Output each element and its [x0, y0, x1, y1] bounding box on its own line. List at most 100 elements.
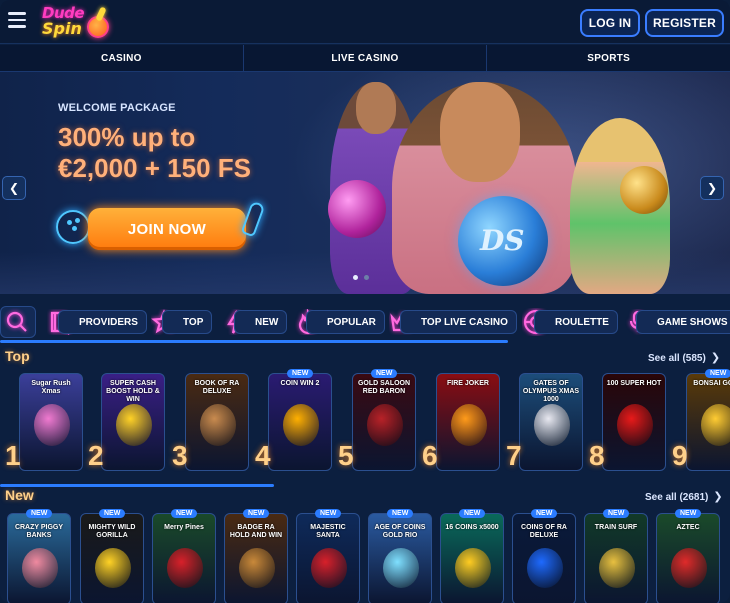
menu-icon[interactable] [8, 12, 26, 28]
game-title: COIN WIN 2 [280, 380, 320, 387]
game-title: Merry Pines [164, 524, 204, 531]
game-title: GOLD SALOON RED BARON [357, 380, 411, 395]
new-game-tile[interactable]: AGE OF COINS GOLD RIO [368, 513, 432, 603]
new-game-tile[interactable]: Merry Pines [152, 513, 216, 603]
new-badge: NEW [459, 509, 486, 518]
game-artwork [34, 404, 70, 446]
game-artwork [167, 548, 203, 588]
game-title: SUPER CASH BOOST HOLD & WIN [106, 380, 160, 403]
game-artwork [367, 404, 403, 446]
register-button[interactable]: REGISTER [645, 9, 724, 37]
top-game-tile[interactable]: FIRE JOKER [436, 373, 500, 471]
new-game-tile[interactable]: AZTEC [656, 513, 720, 603]
chevron-right-icon: ❯ [706, 181, 718, 195]
header: Dude Spin LOG IN REGISTER [0, 0, 730, 44]
rank-number: 1 [5, 440, 21, 471]
new-game-tile[interactable]: MIGHTY WILD GORILLA [80, 513, 144, 603]
new-see-all-link[interactable]: See all (2681) ❯ [645, 490, 723, 503]
new-badge: NEW [371, 369, 398, 378]
category-new[interactable]: NEW [222, 306, 288, 338]
new-game-tile[interactable]: COINS OF RA DELUXE [512, 513, 576, 603]
game-title: MIGHTY WILD GORILLA [88, 524, 136, 539]
new-badge: NEW [171, 509, 198, 518]
character-dude-head [440, 82, 520, 182]
logo[interactable]: Dude Spin [40, 4, 112, 40]
top-game-tile[interactable]: Sugar Rush Xmas [19, 373, 83, 471]
ball-logo-text: DS [480, 224, 525, 257]
game-title: BOOK OF RA DELUXE [194, 380, 240, 395]
game-title: TRAIN SURF [594, 524, 638, 531]
new-badge: NEW [287, 369, 314, 378]
banner-headline: 300% up to €2,000 + 150 FS [58, 122, 251, 184]
game-artwork [534, 404, 570, 446]
cta-group: JOIN NOW [56, 200, 276, 262]
headline-line-1: 300% up to [58, 122, 196, 152]
new-badge: NEW [315, 509, 342, 518]
game-artwork [22, 548, 58, 588]
headline-line-2: €2,000 + 150 FS [58, 153, 251, 183]
game-artwork [617, 404, 653, 446]
new-badge: NEW [99, 509, 126, 518]
game-title: GATES OF OLYMPUS XMAS 1000 [522, 380, 580, 403]
slide-dot-1[interactable] [353, 275, 358, 280]
new-game-tile[interactable]: 16 COINS x5000 [440, 513, 504, 603]
game-artwork [671, 548, 707, 588]
rank-number: 4 [255, 440, 271, 471]
new-badge: NEW [387, 509, 414, 518]
category-providers[interactable]: PROVIDERS [46, 306, 147, 338]
nav-live-casino[interactable]: LIVE CASINO [244, 45, 488, 71]
category-label: TOP [162, 310, 213, 334]
new-games-row: CRAZY PIGGY BANKS NEW MIGHTY WILD GORILLA N… [0, 509, 730, 603]
chevron-left-icon: ❮ [8, 181, 20, 195]
category-label: GAME SHOWS [636, 310, 730, 334]
chevron-right-icon: ❯ [710, 352, 721, 364]
game-artwork [383, 548, 419, 588]
game-title: AZTEC [676, 524, 700, 531]
category-top-live-casino[interactable]: TOP LIVE CASINO [388, 306, 517, 338]
nav-casino[interactable]: CASINO [0, 45, 244, 71]
top-see-all-link[interactable]: See all (585) ❯ [648, 351, 720, 364]
category-label: TOP LIVE CASINO [400, 310, 517, 334]
new-game-tile[interactable]: TRAIN SURF [584, 513, 648, 603]
new-badge: NEW [603, 509, 630, 518]
banner-eyebrow: WELCOME PACKAGE [58, 102, 176, 114]
top-game-tile[interactable]: COIN WIN 2 [268, 373, 332, 471]
game-artwork [311, 548, 347, 588]
new-game-tile[interactable]: CRAZY PIGGY BANKS [7, 513, 71, 603]
join-now-button[interactable]: JOIN NOW [88, 208, 246, 250]
category-scroll-indicator [0, 340, 508, 343]
top-game-tile[interactable]: BONSAI GOLD [686, 373, 730, 471]
category-popular[interactable]: POPULAR [294, 306, 385, 338]
new-game-tile[interactable]: BADGE RA HOLD AND WIN [224, 513, 288, 603]
new-game-tile[interactable]: MAJESTIC SANTA [296, 513, 360, 603]
top-game-tile[interactable]: GOLD SALOON RED BARON [352, 373, 416, 471]
banner-prev-button[interactable]: ❮ [2, 176, 26, 200]
banner-next-button[interactable]: ❯ [700, 176, 724, 200]
category-roulette[interactable]: ROULETTE [522, 306, 618, 338]
game-artwork [239, 548, 275, 588]
top-game-tile[interactable]: SUPER CASH BOOST HOLD & WIN [101, 373, 165, 471]
game-artwork [451, 404, 487, 446]
see-all-label: See all (585) [648, 353, 706, 364]
new-section-title: New [5, 487, 34, 503]
rank-number: 6 [422, 440, 438, 471]
game-title: BADGE RA HOLD AND WIN [229, 524, 283, 539]
top-game-tile[interactable]: 100 SUPER HOT [602, 373, 666, 471]
top-game-tile[interactable]: BOOK OF RA DELUXE [185, 373, 249, 471]
nav-sports[interactable]: SPORTS [487, 45, 730, 71]
pink-bowling-ball [328, 180, 386, 238]
new-badge: NEW [705, 369, 730, 378]
category-top[interactable]: TOP [150, 306, 213, 338]
game-title: CRAZY PIGGY BANKS [14, 524, 64, 539]
game-title: FIRE JOKER [446, 380, 489, 387]
category-label: NEW [234, 310, 288, 334]
logo-text-bottom: Spin [42, 19, 82, 38]
slide-dot-2[interactable] [364, 275, 369, 280]
top-game-tile[interactable]: GATES OF OLYMPUS XMAS 1000 [519, 373, 583, 471]
bowling-pin-icon [240, 200, 266, 238]
category-game-shows[interactable]: GAME SHOWS [624, 306, 730, 338]
login-button[interactable]: LOG IN [580, 9, 640, 37]
game-title: MAJESTIC SANTA [310, 524, 346, 539]
promo-banner[interactable]: DS WELCOME PACKAGE 300% up to €2,000 + 1… [0, 72, 730, 294]
rank-number: 7 [506, 440, 522, 471]
